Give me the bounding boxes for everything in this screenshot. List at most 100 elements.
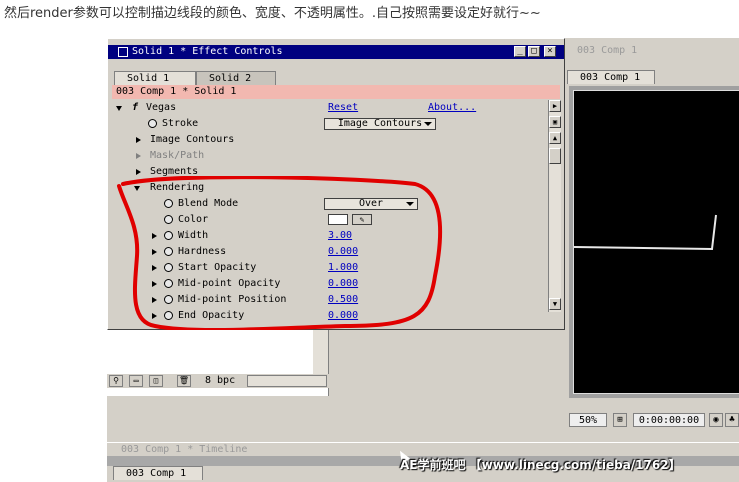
property-row-width: Width 3.00 xyxy=(112,228,548,244)
property-label: Hardness xyxy=(178,246,227,257)
comp-window-title: 003 Comp 1 xyxy=(567,44,739,58)
effect-properties: f Vegas Reset About... Stroke Image Cont… xyxy=(112,100,548,328)
effect-header-vegas: f Vegas Reset About... xyxy=(112,100,548,116)
property-label: Color xyxy=(178,214,209,225)
safe-margins-icon[interactable]: ⊞ xyxy=(613,413,627,427)
stopwatch-icon[interactable] xyxy=(164,199,173,208)
project-scrollbar[interactable] xyxy=(313,330,328,378)
tab-timeline-comp[interactable]: 003 Comp 1 xyxy=(113,466,203,480)
property-row-end-opacity: End Opacity 0.000 xyxy=(112,308,548,324)
property-value[interactable]: 3.00 xyxy=(328,228,352,244)
property-row-color: Color ✎ xyxy=(112,212,548,228)
group-label: Image Contours xyxy=(150,134,235,145)
expand-triangle-icon[interactable] xyxy=(152,281,157,287)
after-effects-screenshot: Solid 1 * Effect Controls _ □ × Solid 1 … xyxy=(107,38,739,482)
group-label: Mask/Path xyxy=(150,150,205,161)
composition-viewer[interactable] xyxy=(573,90,739,394)
stopwatch-icon[interactable] xyxy=(148,119,157,128)
eyedropper-icon[interactable]: ✎ xyxy=(352,214,372,225)
new-comp-icon[interactable]: ◫ xyxy=(149,375,163,387)
tab-solid-2[interactable]: Solid 2 xyxy=(196,71,276,85)
property-row-stroke: Stroke Image Contours xyxy=(112,116,548,132)
expand-triangle-icon[interactable] xyxy=(136,153,141,159)
property-label: Mid-point Opacity xyxy=(178,278,281,289)
expand-triangle-icon[interactable] xyxy=(152,233,157,239)
expand-triangle-icon[interactable] xyxy=(152,313,157,319)
collapse-triangle-icon[interactable] xyxy=(134,186,140,191)
reset-link[interactable]: Reset xyxy=(328,100,358,116)
close-icon[interactable]: × xyxy=(544,46,556,57)
panel-menu-icon[interactable]: ▣ xyxy=(549,116,561,128)
trash-icon[interactable]: 🗑 xyxy=(177,375,191,387)
tab-solid-1[interactable]: Solid 1 xyxy=(114,71,196,85)
group-row-segments[interactable]: Segments xyxy=(112,164,548,180)
property-value[interactable]: 0.000 xyxy=(328,244,358,260)
stroke-dropdown[interactable]: Image Contours xyxy=(324,118,436,130)
color-swatch[interactable] xyxy=(328,214,348,225)
minimize-icon[interactable]: _ xyxy=(514,46,526,57)
stopwatch-icon[interactable] xyxy=(164,279,173,288)
property-row-blend-mode: Blend Mode Over xyxy=(112,196,548,212)
effect-controls-scrollbar[interactable]: ▶ ▣ ▲ ▼ xyxy=(548,100,561,312)
property-label: Width xyxy=(178,230,209,241)
zoom-dropdown[interactable]: 50% xyxy=(569,413,607,427)
stopwatch-icon[interactable] xyxy=(164,215,173,224)
project-toolbar: ⚲ ▭ ◫ 🗑 8 bpc xyxy=(107,374,329,388)
maximize-icon[interactable]: □ xyxy=(528,46,540,57)
watermark: AE学前班吧 【www.linecg.com/tieba/1762】 xyxy=(400,458,681,472)
folder-icon[interactable]: ▭ xyxy=(129,375,143,387)
project-hscrollbar[interactable] xyxy=(247,375,327,387)
property-row-start-opacity: Start Opacity 1.000 xyxy=(112,260,548,276)
expand-triangle-icon[interactable] xyxy=(152,297,157,303)
timecode-display[interactable]: 0:00:00:00 xyxy=(633,413,705,427)
property-row-hardness: Hardness 0.000 xyxy=(112,244,548,260)
expand-triangle-icon[interactable] xyxy=(136,169,141,175)
stopwatch-icon[interactable] xyxy=(164,231,173,240)
property-label: Stroke xyxy=(162,118,199,129)
scroll-right-icon[interactable]: ▶ xyxy=(549,100,561,112)
tab-comp[interactable]: 003 Comp 1 xyxy=(567,70,655,84)
group-row-image-contours[interactable]: Image Contours xyxy=(112,132,548,148)
property-label: Mid-point Position xyxy=(178,294,287,305)
show-snapshot-icon[interactable]: ♣ xyxy=(725,413,739,427)
fx-icon[interactable]: f xyxy=(132,100,138,116)
effect-controls-titlebar: Solid 1 * Effect Controls _ □ × xyxy=(108,45,564,59)
effect-controls-title: Solid 1 * Effect Controls xyxy=(132,46,283,57)
property-label: Start Opacity xyxy=(178,262,257,273)
property-value[interactable]: 1.000 xyxy=(328,260,358,276)
effect-controls-window: Solid 1 * Effect Controls _ □ × Solid 1 … xyxy=(107,38,565,330)
property-value[interactable]: 0.000 xyxy=(328,308,358,324)
scroll-thumb[interactable] xyxy=(549,148,561,164)
property-row-mid-point-position: Mid-point Position 0.500 xyxy=(112,292,548,308)
bit-depth-button[interactable]: 8 bpc xyxy=(205,375,235,387)
scroll-down-icon[interactable]: ▼ xyxy=(549,298,561,310)
property-value[interactable]: 0.000 xyxy=(328,276,358,292)
stopwatch-icon[interactable] xyxy=(164,311,173,320)
scroll-up-icon[interactable]: ▲ xyxy=(549,132,561,144)
comp-viewer-controls: 50% ⊞ 0:00:00:00 ◉ ♣ xyxy=(555,412,739,428)
comp-layer-path: 003 Comp 1 * Solid 1 xyxy=(112,85,560,99)
property-value[interactable]: 0.500 xyxy=(328,292,358,308)
find-icon[interactable]: ⚲ xyxy=(109,375,123,387)
post-caption: 然后render参数可以控制描边线段的颜色、宽度、不透明属性。.自己按照需要设定… xyxy=(4,6,541,21)
window-menu-icon[interactable] xyxy=(118,47,128,57)
stopwatch-icon[interactable] xyxy=(164,247,173,256)
snapshot-icon[interactable]: ◉ xyxy=(709,413,723,427)
property-label: Blend Mode xyxy=(178,198,239,209)
effect-name: Vegas xyxy=(146,102,177,113)
about-link[interactable]: About... xyxy=(428,100,476,116)
stopwatch-icon[interactable] xyxy=(164,295,173,304)
group-row-rendering[interactable]: Rendering xyxy=(112,180,548,196)
expand-triangle-icon[interactable] xyxy=(152,249,157,255)
property-label: End Opacity xyxy=(178,310,245,321)
group-row-mask-path[interactable]: Mask/Path xyxy=(112,148,548,164)
stopwatch-icon[interactable] xyxy=(164,263,173,272)
expand-triangle-icon[interactable] xyxy=(136,137,141,143)
chevron-down-icon xyxy=(406,202,414,206)
blend-mode-dropdown[interactable]: Over xyxy=(324,198,418,210)
group-label: Segments xyxy=(150,166,199,177)
timeline-titlebar: 003 Comp 1 * Timeline xyxy=(107,442,739,456)
property-row-mid-point-opacity: Mid-point Opacity 0.000 xyxy=(112,276,548,292)
collapse-triangle-icon[interactable] xyxy=(116,106,122,111)
expand-triangle-icon[interactable] xyxy=(152,265,157,271)
